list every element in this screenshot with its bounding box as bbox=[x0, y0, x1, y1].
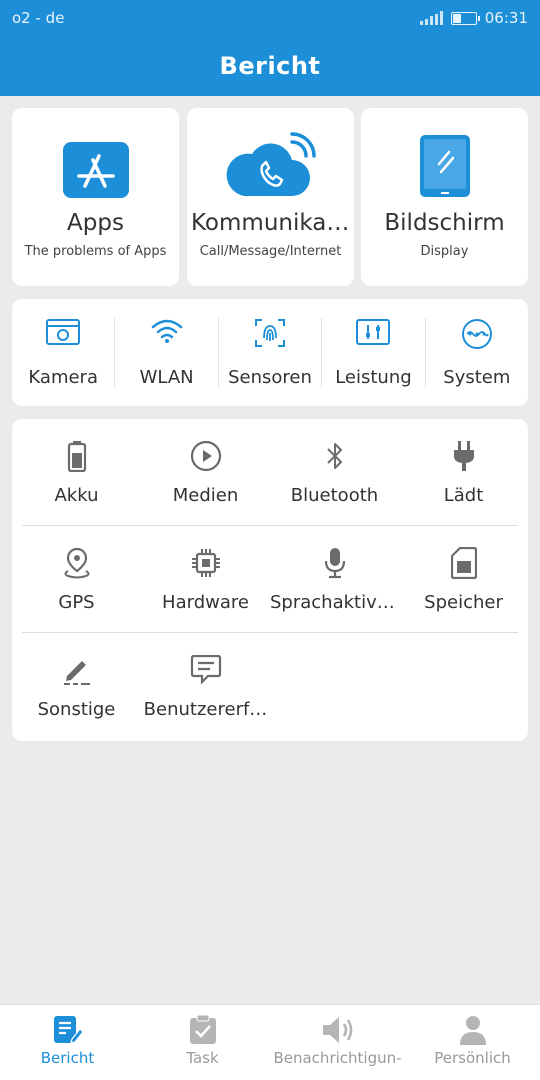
grid-item-label: Lädt bbox=[443, 485, 484, 506]
grid-item-akku[interactable]: Akku bbox=[12, 419, 141, 526]
app-store-icon bbox=[62, 142, 129, 198]
bluetooth-icon bbox=[326, 443, 342, 469]
signal-icon bbox=[419, 11, 443, 25]
speaker-icon bbox=[322, 1017, 352, 1043]
battery-icon bbox=[67, 441, 86, 472]
grid-item-bluetooth[interactable]: Bluetooth bbox=[270, 419, 399, 526]
performance-icon bbox=[356, 318, 391, 345]
category-wlan[interactable]: WLAN bbox=[115, 317, 219, 388]
clipboard-check-icon bbox=[189, 1015, 216, 1044]
nav-task[interactable]: Task bbox=[135, 1005, 270, 1080]
category-row: Kamera WLAN Sensoren Leistung System bbox=[12, 299, 528, 406]
system-icon bbox=[461, 318, 492, 349]
card-subtitle: Call/Message/Internet bbox=[199, 244, 342, 259]
category-label: Kamera bbox=[28, 366, 98, 388]
card-kommunikation[interactable]: Kommunikati… Call/Message/Internet bbox=[187, 108, 354, 286]
grid-item-label: Sonstige bbox=[37, 699, 116, 720]
person-icon bbox=[459, 1016, 486, 1045]
grid-item-label: Akku bbox=[54, 485, 99, 506]
category-label: System bbox=[443, 366, 511, 388]
tablet-icon bbox=[419, 135, 470, 197]
nav-label: Bericht bbox=[40, 1049, 95, 1067]
grid-item-label: Hardware bbox=[162, 592, 249, 613]
status-bar: o2 - de 06:31 bbox=[0, 0, 540, 36]
nav-label: Persönlich bbox=[434, 1049, 511, 1067]
nav-persoenlich[interactable]: Persönlich bbox=[405, 1005, 540, 1080]
category-leistung[interactable]: Leistung bbox=[322, 317, 426, 388]
bottom-nav: Bericht Task Benachrichtigun- Persönlich bbox=[0, 1004, 540, 1080]
carrier-name: o2 - de bbox=[12, 9, 65, 27]
card-title: Bildschirm bbox=[384, 210, 505, 236]
grid-item-speicher[interactable]: Speicher bbox=[399, 526, 528, 633]
nav-label: Task bbox=[186, 1049, 219, 1067]
report-icon bbox=[53, 1016, 84, 1044]
grid-item-hardware[interactable]: Hardware bbox=[141, 526, 270, 633]
card-subtitle: Display bbox=[420, 244, 469, 259]
grid-item-medien[interactable]: Medien bbox=[141, 419, 270, 526]
nav-benachrichtigungen[interactable]: Benachrichtigun- bbox=[270, 1005, 405, 1080]
grid-item-label: Bluetooth bbox=[290, 485, 379, 506]
grid-item-sprachaktivierung[interactable]: Sprachaktivi… bbox=[270, 526, 399, 633]
battery-status-icon bbox=[450, 11, 480, 25]
microphone-icon bbox=[324, 548, 345, 579]
wifi-icon bbox=[151, 319, 182, 343]
grid-item-sonstige[interactable]: Sonstige bbox=[12, 633, 141, 740]
card-title: Kommunikati… bbox=[191, 210, 354, 236]
grid-item-label: GPS bbox=[58, 592, 95, 613]
card-apps[interactable]: Apps The problems of Apps bbox=[12, 108, 179, 286]
category-label: WLAN bbox=[139, 366, 194, 388]
plug-icon bbox=[453, 441, 474, 471]
nav-bericht[interactable]: Bericht bbox=[0, 1005, 135, 1080]
category-sensoren[interactable]: Sensoren bbox=[219, 317, 323, 388]
grid-item-benutzererfahrung[interactable]: Benutzererf… bbox=[141, 633, 270, 740]
card-title: Apps bbox=[67, 210, 124, 236]
category-system[interactable]: System bbox=[426, 318, 528, 388]
grid-item-label: Benutzererf… bbox=[143, 699, 268, 720]
location-icon bbox=[64, 547, 89, 579]
category-label: Sensoren bbox=[228, 366, 312, 388]
app-header: o2 - de 06:31 Bericht bbox=[0, 0, 540, 96]
grid-item-gps[interactable]: GPS bbox=[12, 526, 141, 633]
clock: 06:31 bbox=[484, 9, 528, 27]
card-bildschirm[interactable]: Bildschirm Display bbox=[361, 108, 528, 286]
nav-label: Benachrichtigun- bbox=[273, 1049, 402, 1067]
page-title: Bericht bbox=[219, 52, 321, 80]
grid-item-label: Sprachaktivi… bbox=[270, 592, 399, 613]
category-label: Leistung bbox=[335, 366, 412, 388]
issue-grid: Akku Medien Bluetooth Lädt GPS Hardware … bbox=[12, 419, 528, 741]
pencil-icon bbox=[63, 661, 90, 685]
cloud-phone-icon bbox=[226, 132, 316, 196]
feedback-icon bbox=[190, 655, 221, 685]
fingerprint-icon bbox=[255, 318, 286, 347]
play-icon bbox=[190, 440, 221, 472]
card-subtitle: The problems of Apps bbox=[24, 244, 167, 259]
grid-item-label: Speicher bbox=[424, 592, 503, 613]
grid-item-label: Medien bbox=[172, 485, 239, 506]
chip-icon bbox=[191, 549, 220, 577]
grid-item-laedt[interactable]: Lädt bbox=[399, 419, 528, 526]
category-kamera[interactable]: Kamera bbox=[12, 317, 116, 388]
camera-icon bbox=[46, 318, 81, 345]
sd-card-icon bbox=[450, 547, 477, 579]
